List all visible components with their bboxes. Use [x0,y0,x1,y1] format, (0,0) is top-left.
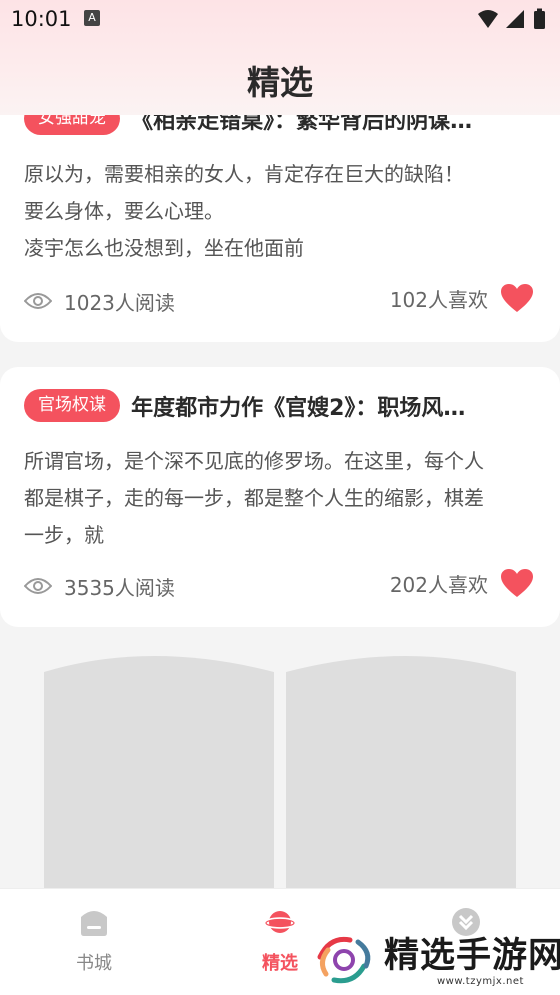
planet-icon [265,911,295,933]
excerpt-line: 所谓官场，是个深不见底的修罗场。在这里，每个人 [24,449,484,473]
status-time: 10:01 [11,7,72,31]
signal-icon [506,10,524,28]
read-count: 3535人阅读 [64,575,175,600]
card-title[interactable]: 年度都市力作《官嫂2》：职场风… [131,390,465,422]
like-row[interactable]: 202人喜欢 [390,565,534,601]
eye-icon [24,293,52,309]
battery-icon [534,11,545,29]
card-excerpt: 原以为，需要相亲的女人，肯定存在巨大的缺陷！ 要么身体，要么心理。 凌宇怎么也没… [24,156,534,267]
read-row: 3535人阅读 [24,571,175,601]
header: 10:01 A 精选 [0,0,560,115]
book-placeholder-icon [44,656,516,890]
watermark-url: www.tzymjx.net [437,976,524,987]
excerpt-line: 原以为，需要相亲的女人，肯定存在巨大的缺陷！ [24,162,464,186]
article-card[interactable]: 官场权谋 年度都市力作《官嫂2》：职场风… 所谓官场，是个深不见底的修罗场。在这… [0,367,560,627]
excerpt-line: 都是棋子，走的每一步，都是整个人生的缩影，棋差 [24,486,484,510]
watermark: 精选手游网 www.tzymjx.net [312,920,560,995]
watermark-logo-icon [317,936,371,984]
card-title-row: 官场权谋 年度都市力作《官嫂2》：职场风… [24,389,544,425]
like-count: 102人喜欢 [389,287,488,312]
eye-icon [24,578,52,594]
read-count: 1023人阅读 [64,290,175,315]
heart-icon[interactable] [500,568,534,598]
like-count: 202人喜欢 [389,572,488,597]
bookstore-icon [81,911,107,936]
read-row: 1023人阅读 [24,286,175,316]
excerpt-line: 一步，就 [24,523,104,547]
like-row[interactable]: 102人喜欢 [390,280,534,316]
tab-label: 书城 [76,953,112,974]
watermark-text: 精选手游网 [384,936,560,976]
notification-a-icon: A [84,10,100,26]
card-excerpt: 所谓官场，是个深不见底的修罗场。在这里，每个人 都是棋子，走的每一步，都是整个人… [24,443,534,554]
excerpt-line: 凌宇怎么也没想到，坐在他面前 [24,236,304,260]
wifi-icon [478,10,498,28]
page-title: 精选 [247,63,313,102]
excerpt-line: 要么身体，要么心理。 [24,199,224,223]
genre-tag: 官场权谋 [24,389,120,422]
heart-icon[interactable] [500,283,534,313]
status-icons [478,8,545,29]
article-card[interactable]: 女强甜宠 《相亲走错桌》：繁华背后的阴谋… 原以为，需要相亲的女人，肯定存在巨大… [0,80,560,342]
status-bar: 10:01 A [0,0,560,38]
tab-bookstore[interactable]: 书城 [24,907,164,975]
